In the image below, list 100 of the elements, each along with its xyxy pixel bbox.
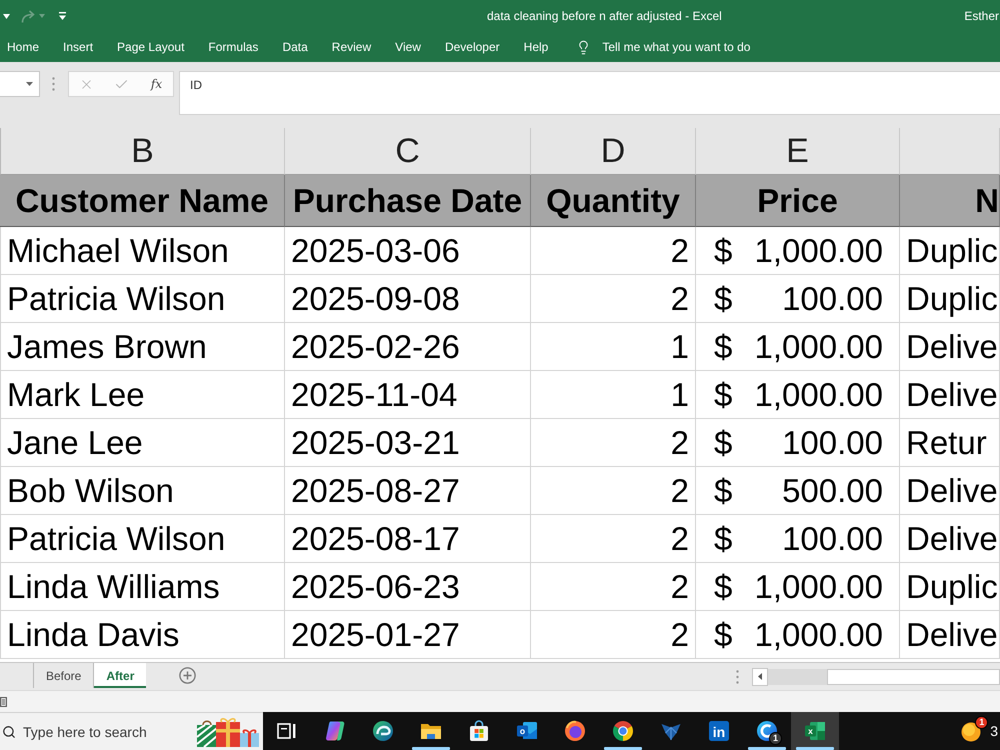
column-header[interactable]: E <box>696 128 900 175</box>
table-cell: 2025-02-26 <box>285 323 531 371</box>
table-cell: Delive <box>900 611 1000 659</box>
search-box[interactable]: Type here to search <box>0 712 263 750</box>
column-header[interactable]: D <box>531 128 696 175</box>
currency-symbol: $ <box>714 568 732 606</box>
table-cell: 2 <box>531 275 696 323</box>
price-value: 1,000.00 <box>754 376 883 414</box>
notification-badge: 1 <box>769 732 782 745</box>
ribbon-tab[interactable]: Page Layout <box>117 36 184 58</box>
caret-icon[interactable] <box>758 673 762 680</box>
table-cell: Delive <box>900 323 1000 371</box>
price-value: 100.00 <box>782 424 883 462</box>
table-cell: 1 <box>531 323 696 371</box>
ribbon-tab[interactable]: Home <box>7 36 40 58</box>
table-cell: Michael Wilson <box>0 227 285 275</box>
currency-symbol: $ <box>714 376 732 414</box>
currency-symbol: $ <box>714 232 732 270</box>
grip-icon[interactable] <box>52 77 55 91</box>
notification-badge: 1 <box>975 716 988 729</box>
caret-icon[interactable] <box>3 14 10 18</box>
scroll-left-button[interactable] <box>752 668 768 686</box>
table-cell: 2 <box>531 419 696 467</box>
ribbon-tab[interactable]: Review <box>332 36 372 58</box>
search-input[interactable]: Type here to search <box>23 722 173 742</box>
table-cell: 2 <box>531 467 696 515</box>
table-cell: 2025-03-21 <box>285 419 531 467</box>
tell-me-button[interactable]: Tell me what you want to do <box>576 36 750 58</box>
currency-symbol: $ <box>714 616 732 654</box>
add-sheet-icon[interactable] <box>179 667 196 684</box>
table-cell: 2025-06-23 <box>285 563 531 611</box>
taskbar-button[interactable]: in <box>695 712 743 750</box>
customize-icon[interactable] <box>59 12 66 20</box>
table-cell: Bob Wilson <box>0 467 285 515</box>
table-cell: Duplic <box>900 227 1000 275</box>
table-cell: 2025-08-27 <box>285 467 531 515</box>
ribbon-tab[interactable]: Help <box>524 36 548 58</box>
ribbon-tab[interactable]: Data <box>282 36 308 58</box>
table-header-cell: Price <box>696 175 900 227</box>
table-cell: 2 <box>531 227 696 275</box>
ribbon-tab[interactable]: Formulas <box>208 36 258 58</box>
currency-symbol: $ <box>714 328 732 366</box>
table-cell: 2025-08-17 <box>285 515 531 563</box>
browser-icon[interactable] <box>371 719 395 743</box>
price-value: 1,000.00 <box>754 568 883 606</box>
price-value: 1,000.00 <box>754 616 883 654</box>
name-box-field[interactable] <box>0 71 40 97</box>
price-value: 100.00 <box>782 280 883 318</box>
table-cell: Duplic <box>900 275 1000 323</box>
formula-field[interactable]: ID <box>179 71 1000 115</box>
table-cell: Delive <box>900 371 1000 419</box>
column-header[interactable]: C <box>285 128 531 175</box>
currency-symbol: $ <box>714 280 732 318</box>
table-cell: 2025-01-27 <box>285 611 531 659</box>
table-cell: Linda Davis <box>0 611 285 659</box>
ribbon-tab[interactable]: Developer <box>444 36 500 58</box>
price-value: 1,000.00 <box>754 232 883 270</box>
table-cell: Duplic <box>900 563 1000 611</box>
currency-symbol: $ <box>714 472 732 510</box>
table-cell: 2 <box>531 515 696 563</box>
table-cell: Patricia Wilson <box>0 275 285 323</box>
currency-symbol: $ <box>714 424 732 462</box>
ribbon-tab[interactable]: Insert <box>63 36 94 58</box>
table-cell: 2025-11-04 <box>285 371 531 419</box>
table-cell: Linda Williams <box>0 563 285 611</box>
price-value: 1,000.00 <box>754 328 883 366</box>
app-icon[interactable] <box>563 719 587 743</box>
gift-icon <box>195 716 261 748</box>
scrollbar-thumb[interactable] <box>827 668 1000 684</box>
taskbar-button[interactable]: x <box>791 712 839 750</box>
table-cell: 2025-03-06 <box>285 227 531 275</box>
table-cell: James Brown <box>0 323 285 371</box>
browser-icon[interactable] <box>611 719 635 743</box>
taskbar-button[interactable]: o <box>503 712 551 750</box>
table-cell: 1 <box>531 371 696 419</box>
price-value: 500.00 <box>782 472 883 510</box>
table-cell: 2 <box>531 563 696 611</box>
table-cell: Delive <box>900 467 1000 515</box>
table-header-cell: N <box>900 175 1000 227</box>
page-icon[interactable] <box>0 696 7 706</box>
column-header[interactable]: B <box>0 128 285 175</box>
table-header-cell: Quantity <box>531 175 696 227</box>
shopping-bag-icon[interactable] <box>467 719 491 743</box>
temperature-label: 3 <box>990 723 998 739</box>
table-cell: Delive <box>900 515 1000 563</box>
app-icon[interactable] <box>323 719 347 743</box>
table-cell: Mark Lee <box>0 371 285 419</box>
currency-symbol: $ <box>714 520 732 558</box>
grip-icon[interactable] <box>736 670 739 684</box>
insert-function-button[interactable]: fx <box>148 75 166 93</box>
table-header-cell: Customer Name <box>0 175 285 227</box>
price-value: 100.00 <box>782 520 883 558</box>
ribbon-tab[interactable]: View <box>395 36 421 58</box>
app-logo-icon[interactable]: in <box>707 719 731 743</box>
caret-icon[interactable] <box>26 82 33 86</box>
table-cell: Jane Lee <box>0 419 285 467</box>
sheet-tab[interactable]: After <box>93 663 146 688</box>
taskbar-button[interactable]: 1 <box>743 712 791 750</box>
user-name: Esther <box>964 9 999 23</box>
table-cell: 2025-09-08 <box>285 275 531 323</box>
